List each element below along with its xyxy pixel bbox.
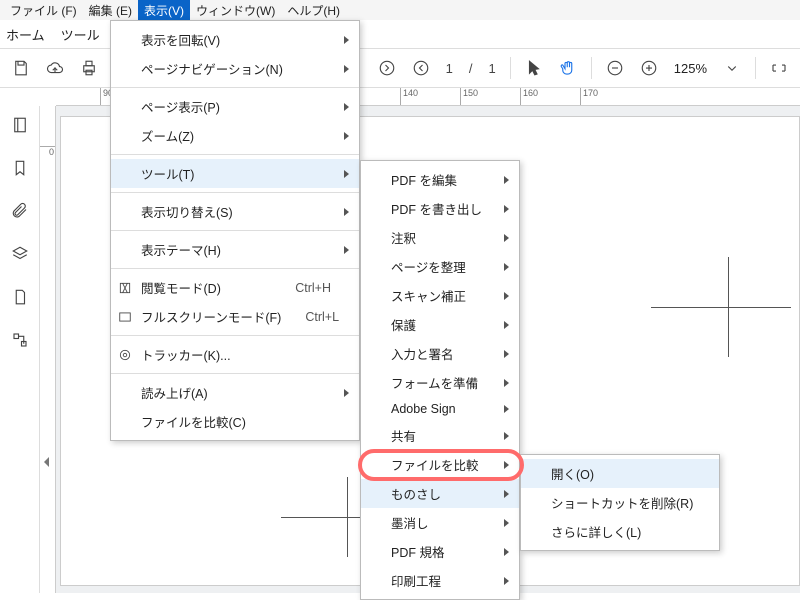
fit-icon[interactable] [766,55,792,81]
submenu-comment[interactable]: 注釈 [361,223,519,252]
menu-fullscreen[interactable]: フルスクリーンモード(F)Ctrl+L [111,302,359,331]
read-mode-icon [117,280,133,296]
menu-rotate-view[interactable]: 表示を回転(V) [111,25,359,54]
tab-home[interactable]: ホーム [6,25,45,44]
vertical-ruler: 0 [40,106,56,593]
submenu-print-production[interactable]: 印刷工程 [361,566,519,595]
menu-show-hide[interactable]: 表示切り替え(S) [111,197,359,226]
nav-next-icon[interactable] [374,55,400,81]
fullscreen-icon [117,309,133,325]
tracker-icon [117,347,133,363]
menu-view[interactable]: 表示(V) [138,0,190,21]
tab-tools[interactable]: ツール [61,25,100,44]
pointer-icon[interactable] [521,55,547,81]
menu-edit[interactable]: 編集 (E) [83,0,138,21]
zoom-out-icon[interactable] [602,55,628,81]
submenu-protect[interactable]: 保護 [361,310,519,339]
submenu-fill-sign[interactable]: 入力と署名 [361,339,519,368]
menu-window[interactable]: ウィンドウ(W) [190,0,281,21]
nav-prev-icon[interactable] [408,55,434,81]
menu-compare-files[interactable]: ファイルを比較(C) [111,407,359,436]
zoom-value[interactable]: 125% [674,61,707,76]
print-icon[interactable] [76,55,102,81]
side-panel [0,106,40,593]
menu-tools[interactable]: ツール(T) [111,159,359,188]
submenu-scan[interactable]: スキャン補正 [361,281,519,310]
submenu-pdf-standards[interactable]: PDF 規格 [361,537,519,566]
ruler-tick: 140 [400,88,418,105]
menu-read-mode[interactable]: 閲覧モード(D)Ctrl+H [111,273,359,302]
menu-file[interactable]: ファイル (F) [4,0,83,21]
crop-mark [651,257,791,357]
submenu-adobe-sign[interactable]: Adobe Sign [361,397,519,421]
attachment-icon[interactable] [11,202,29,223]
menu-zoom[interactable]: ズーム(Z) [111,121,359,150]
menu-page-display[interactable]: ページ表示(P) [111,92,359,121]
submenu-share[interactable]: 共有 [361,421,519,450]
menu-tracker[interactable]: トラッカー(K)... [111,340,359,369]
cloud-icon[interactable] [42,55,68,81]
submenu-prepare-form[interactable]: フォームを準備 [361,368,519,397]
view-menu: 表示を回転(V) ページナビゲーション(N) ページ表示(P) ズーム(Z) ツ… [110,20,360,441]
layers-icon[interactable] [11,245,29,266]
save-icon[interactable] [8,55,34,81]
ruler-tick: 160 [520,88,538,105]
ruler-tick: 170 [580,88,598,105]
structure-icon[interactable] [11,331,29,352]
submenu-measure[interactable]: ものさし [361,479,519,508]
menu-help[interactable]: ヘルプ(H) [281,0,346,21]
page-sep: / [469,61,473,76]
bookmark-icon[interactable] [11,159,29,180]
menu-read-aloud[interactable]: 読み上げ(A) [111,378,359,407]
submenu-remove-shortcut[interactable]: ショートカットを削除(R) [521,488,719,517]
vruler-tick: 0 [40,146,55,157]
hand-icon[interactable] [555,55,581,81]
panel-collapse-icon[interactable] [40,450,52,474]
menubar: ファイル (F) 編集 (E) 表示(V) ウィンドウ(W) ヘルプ(H) [0,0,800,20]
page-current[interactable]: 1 [446,61,453,76]
ruler-tick: 150 [460,88,478,105]
submenu-organize-pages[interactable]: ページを整理 [361,252,519,281]
submenu-compare[interactable]: ファイルを比較 [361,450,519,479]
measure-submenu: 開く(O) ショートカットを削除(R) さらに詳しく(L) [520,454,720,551]
tools-submenu: PDF を編集 PDF を書き出し 注釈 ページを整理 スキャン補正 保護 入力… [360,160,520,600]
submenu-open[interactable]: 開く(O) [521,459,719,488]
menu-page-navigation[interactable]: ページナビゲーション(N) [111,54,359,83]
page-total: 1 [489,61,496,76]
submenu-edit-pdf[interactable]: PDF を編集 [361,165,519,194]
zoom-in-icon[interactable] [636,55,662,81]
page-icon[interactable] [11,288,29,309]
zoom-dropdown-icon[interactable] [719,55,745,81]
submenu-export-pdf[interactable]: PDF を書き出し [361,194,519,223]
submenu-redact[interactable]: 墨消し [361,508,519,537]
submenu-learn-more[interactable]: さらに詳しく(L) [521,517,719,546]
thumbnails-icon[interactable] [11,116,29,137]
menu-display-theme[interactable]: 表示テーマ(H) [111,235,359,264]
